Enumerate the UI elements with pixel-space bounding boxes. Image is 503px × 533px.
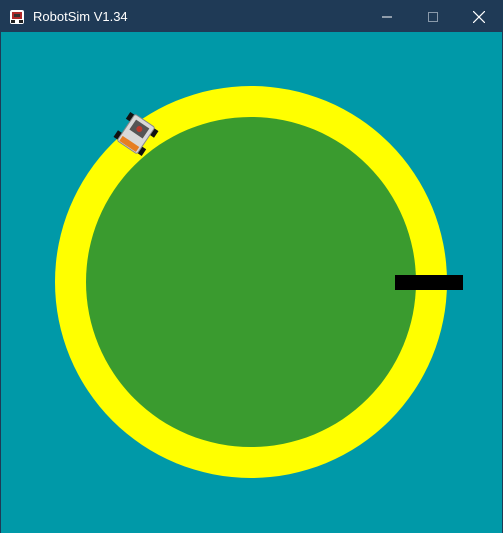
green-field (86, 117, 416, 447)
robot-app-icon (9, 9, 25, 25)
window-title: RobotSim V1.34 (33, 9, 128, 24)
window-controls (364, 1, 502, 32)
simulation-scene (55, 86, 463, 478)
close-button[interactable] (456, 1, 502, 32)
simulation-canvas[interactable] (1, 32, 502, 533)
title-bar[interactable]: RobotSim V1.34 (1, 1, 502, 32)
black-finish-marker (395, 275, 463, 290)
maximize-button[interactable] (410, 1, 456, 32)
minimize-icon (382, 16, 392, 17)
close-icon (473, 10, 485, 23)
app-window: RobotSim V1.34 (0, 0, 503, 533)
maximize-icon (428, 11, 438, 22)
minimize-button[interactable] (364, 1, 410, 32)
